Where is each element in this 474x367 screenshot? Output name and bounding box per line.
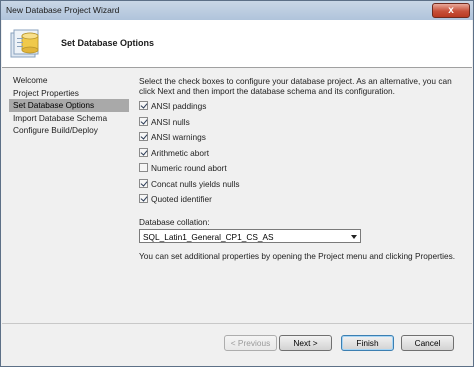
nav-item-project-properties[interactable]: Project Properties bbox=[9, 87, 129, 100]
properties-note: You can set additional properties by ope… bbox=[139, 251, 456, 261]
chevron-down-icon[interactable] bbox=[351, 235, 357, 239]
title-bar: New Database Project Wizard x bbox=[1, 1, 473, 20]
checkbox[interactable] bbox=[139, 116, 148, 126]
checkbox-label: ANSI warnings bbox=[151, 132, 206, 142]
checkbox[interactable] bbox=[139, 163, 148, 172]
checkbox-label: ANSI nulls bbox=[151, 116, 190, 127]
wizard-steps-nav: Welcome Project Properties Set Database … bbox=[9, 74, 129, 137]
finish-button[interactable]: Finish bbox=[341, 335, 394, 351]
nav-item-configure-build-deploy[interactable]: Configure Build/Deploy bbox=[9, 124, 129, 137]
checkbox-label: ANSI paddings bbox=[151, 101, 207, 111]
window-title: New Database Project Wizard bbox=[6, 5, 120, 15]
next-button[interactable]: Next > bbox=[279, 335, 332, 351]
checkbox[interactable] bbox=[139, 101, 148, 110]
checkbox[interactable] bbox=[139, 147, 148, 157]
options-panel: Select the check boxes to configure your… bbox=[139, 76, 463, 261]
previous-button[interactable]: < Previous bbox=[224, 335, 277, 351]
checkbox-label: Arithmetic abort bbox=[151, 147, 210, 158]
database-project-icon bbox=[10, 29, 39, 58]
collation-selected-value: SQL_Latin1_General_CP1_CS_AS bbox=[143, 231, 274, 242]
checkbox-label: Quoted identifier bbox=[151, 194, 212, 204]
collation-dropdown[interactable]: SQL_Latin1_General_CP1_CS_AS bbox=[139, 229, 361, 243]
footer-divider bbox=[2, 323, 472, 324]
wizard-window: New Database Project Wizard x Set Databa… bbox=[0, 0, 474, 367]
cancel-button[interactable]: Cancel bbox=[401, 335, 454, 351]
wizard-header: Set Database Options bbox=[2, 20, 472, 68]
nav-item-welcome[interactable]: Welcome bbox=[9, 74, 129, 87]
nav-item-set-database-options[interactable]: Set Database Options bbox=[9, 99, 129, 112]
page-title: Set Database Options bbox=[61, 38, 155, 48]
description-text: Select the check boxes to configure your… bbox=[139, 76, 452, 96]
collation-label: Database collation: bbox=[139, 217, 210, 227]
checkbox[interactable] bbox=[139, 178, 148, 188]
checkbox[interactable] bbox=[139, 194, 148, 203]
checkbox[interactable] bbox=[139, 132, 148, 141]
nav-item-import-database-schema[interactable]: Import Database Schema bbox=[9, 112, 129, 125]
checkbox-label: Numeric round abort bbox=[151, 163, 227, 173]
checkbox-label: Concat nulls yields nulls bbox=[151, 178, 240, 189]
close-button[interactable]: x bbox=[432, 3, 470, 18]
